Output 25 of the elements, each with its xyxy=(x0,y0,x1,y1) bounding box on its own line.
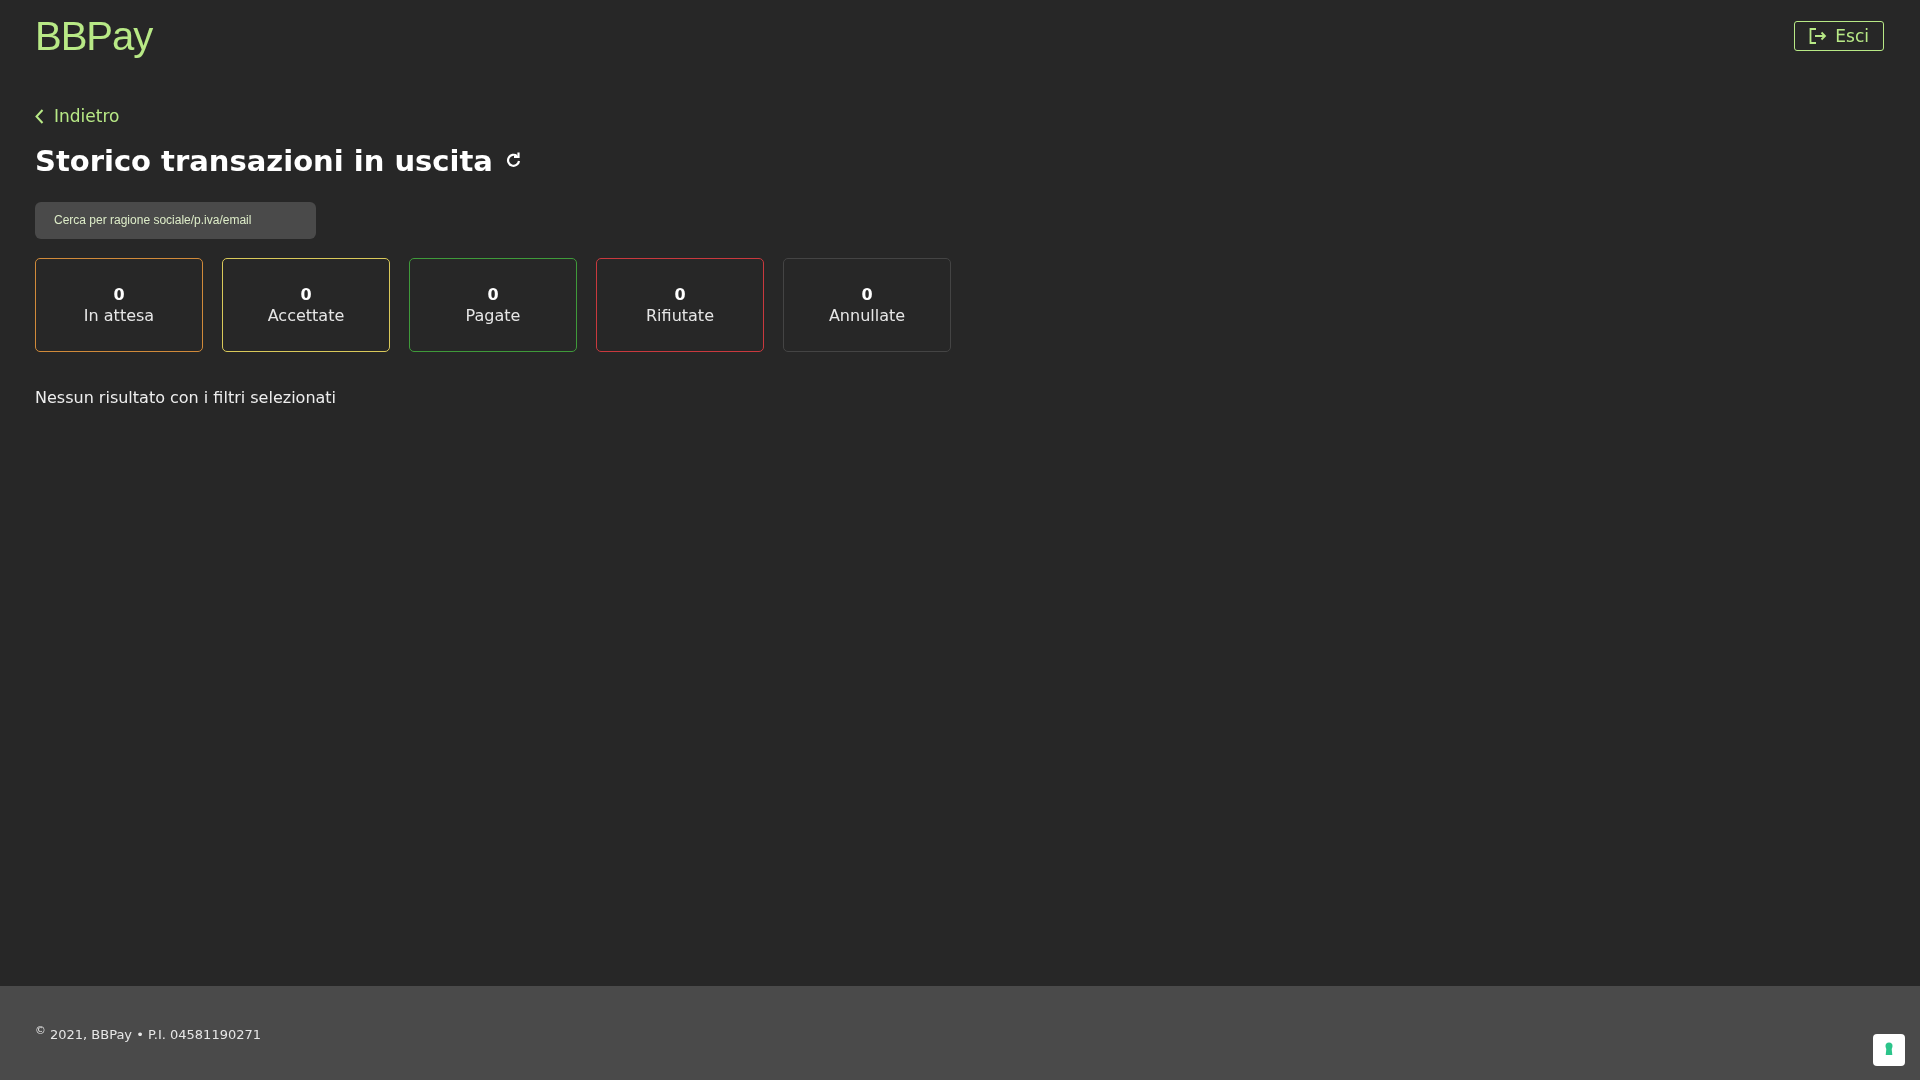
status-count: 0 xyxy=(861,284,873,304)
status-label: In attesa xyxy=(83,305,155,325)
status-card[interactable]: 0 Rifiutate xyxy=(596,257,764,352)
status-label: Accettate xyxy=(267,305,345,325)
status-card[interactable]: 0 Annullate xyxy=(783,257,951,352)
status-card[interactable]: 0 Pagate xyxy=(409,257,577,352)
logout-button[interactable]: Esci xyxy=(1794,21,1884,51)
empty-message: Nessun risultato con i filtri selezionati xyxy=(35,387,338,407)
page-title: Storico transazioni in uscita xyxy=(35,143,493,178)
bbpay-logo[interactable]: BBPay xyxy=(35,13,153,59)
status-label: Pagate xyxy=(465,305,521,325)
status-card[interactable]: 0 In attesa xyxy=(35,257,203,352)
logout-icon xyxy=(1809,28,1828,44)
status-count: 0 xyxy=(300,284,312,304)
status-card[interactable]: 0 Accettate xyxy=(222,257,390,352)
status-label: Annullate xyxy=(828,305,906,325)
footer-text: $^{©}$ 2021, BBPay • P.I. 04581190271 xyxy=(35,1023,262,1043)
back-link[interactable]: Indietro xyxy=(35,106,120,126)
search-field[interactable]: Cerca per ragione sociale/p.iva/email xyxy=(35,201,316,239)
status-count: 0 xyxy=(674,284,686,304)
status-count: 0 xyxy=(113,284,125,304)
status-label: Rifiutate xyxy=(646,305,714,325)
refresh-icon[interactable] xyxy=(504,152,522,169)
chevron-left-icon xyxy=(35,108,44,124)
status-count: 0 xyxy=(487,284,499,304)
